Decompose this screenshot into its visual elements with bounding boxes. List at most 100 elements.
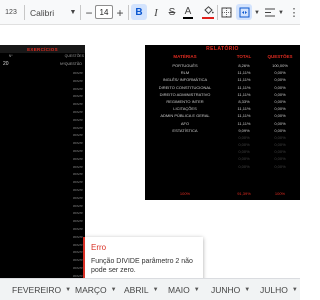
chevron-down-icon[interactable]: ▼	[68, 0, 78, 25]
italic-button[interactable]: I	[149, 0, 163, 25]
error-cell[interactable]: #DIV/0!	[61, 93, 85, 101]
font-family-select[interactable]: Calibri	[26, 0, 68, 25]
exercises-table: EXERCÍCIOS Nº QUESTÕES 20 Nº/QUESTÃO #DI…	[0, 45, 85, 295]
table-cell-questoes: 0,00%	[274, 149, 286, 155]
toolbar-divider	[217, 5, 218, 20]
decrease-font-size-button[interactable]: −	[83, 0, 95, 25]
table-cell-questoes: 0,00%	[274, 156, 286, 162]
number-format-button[interactable]: 123	[0, 0, 22, 25]
tab-marco[interactable]: MARÇO ▼	[75, 279, 117, 300]
error-cell[interactable]: #DIV/0!	[61, 78, 85, 86]
error-cell[interactable]: #DIV/0!	[61, 125, 85, 133]
table-row[interactable]: DIREITO CONSTITUCIONAL 11,11% 0,00%	[145, 84, 300, 91]
error-cell[interactable]: #DIV/0!	[61, 249, 85, 257]
error-cell[interactable]: #DIV/0!	[61, 242, 85, 250]
increase-font-size-button[interactable]: +	[114, 0, 126, 25]
table-row[interactable]: INGLÊS/ INFORMÁTICA 11,11% 0,00%	[145, 76, 300, 83]
text-color-button[interactable]: A	[181, 0, 195, 25]
bold-button[interactable]: B	[131, 4, 147, 20]
error-cell[interactable]: #DIV/0!	[61, 109, 85, 117]
paint-bucket-icon	[203, 6, 214, 15]
table-row[interactable]: DIREITO ADMINISTRATIVO 11,11% 0,00%	[145, 91, 300, 98]
sheet-tabs-bar: FEVEREIRO ▼ MARÇO ▼ ABRIL ▼ MAIO ▼ JUNHO ▼ JU…	[0, 278, 300, 300]
tab-label: MARÇO	[75, 285, 107, 295]
chevron-down-icon[interactable]: ▼	[153, 287, 159, 293]
chevron-down-icon[interactable]: ▼	[194, 287, 200, 293]
table-row[interactable]: 0,00% 0,00%	[145, 163, 300, 170]
tab-abril[interactable]: ABRIL ▼	[124, 279, 159, 300]
table-row[interactable]: 0,00% 0,00%	[145, 155, 300, 162]
chevron-down-icon[interactable]: ▼	[111, 287, 117, 293]
table-row[interactable]: REGIMENTO INTER 8,33% 0,00%	[145, 98, 300, 105]
error-cell[interactable]: #DIV/0!	[61, 171, 85, 179]
error-cell[interactable]: #DIV/0!	[61, 226, 85, 234]
error-cell[interactable]: #DIV/0!	[61, 117, 85, 125]
chevron-down-icon[interactable]: ▼	[65, 287, 71, 293]
merge-cells-icon	[239, 7, 249, 17]
chevron-down-icon[interactable]: ▼	[277, 0, 285, 25]
table-row[interactable]: 0,00% 0,00%	[145, 148, 300, 155]
error-cell[interactable]: #DIV/0!	[61, 70, 85, 78]
table-cell-questoes: 0,00%	[274, 142, 286, 148]
chevron-down-icon[interactable]: ▼	[292, 287, 298, 293]
error-cell[interactable]: #DIV/0!	[61, 132, 85, 140]
error-cell[interactable]: #DIV/0!	[61, 148, 85, 156]
table-row[interactable]: 0,00% 0,00%	[145, 134, 300, 141]
table-row[interactable]: AFO 11,11% 0,00%	[145, 120, 300, 127]
error-cell[interactable]: #DIV/0!	[61, 140, 85, 148]
table-cell-total: 11,11%	[237, 113, 251, 119]
table-row[interactable]: RLM 11,11% 0,00%	[145, 69, 300, 76]
chevron-down-icon[interactable]: ▼	[253, 0, 261, 25]
error-cell[interactable]: #DIV/0!	[61, 234, 85, 242]
chevron-down-icon[interactable]: ▼	[244, 287, 250, 293]
error-cell[interactable]: #DIV/0!	[61, 195, 85, 203]
merge-cells-button[interactable]	[236, 4, 252, 20]
tab-julho[interactable]: JULHO ▼	[260, 279, 298, 300]
spreadsheet-window: 123 Calibri ▼ − 14 + B I S A ▼ ▼ ⋮ EXERC…	[0, 0, 300, 300]
tab-label: FEVEREIRO	[12, 285, 62, 295]
table-cell-questoes: 0,00%	[274, 120, 286, 126]
fill-color-button[interactable]	[200, 0, 216, 25]
error-cell[interactable]: #DIV/0!	[61, 164, 85, 172]
table-cell-questoes: 0,00%	[274, 106, 286, 112]
table-cell-total: 0,00%	[238, 156, 250, 162]
borders-button[interactable]	[219, 0, 233, 25]
error-cell[interactable]: #DIV/0!	[61, 218, 85, 226]
exercises-header: EXERCÍCIOS	[0, 45, 85, 53]
table-row[interactable]: PORTUGUÊS 8,26% 100,00%	[145, 62, 300, 69]
error-cell[interactable]: #DIV/0!	[61, 179, 85, 187]
table-cell-total: 11,11%	[237, 120, 251, 126]
table-cell-total: 11,11%	[237, 77, 251, 83]
table-cell-materia: ESTATÍSTICA	[172, 127, 198, 133]
sheet-grid[interactable]: EXERCÍCIOS Nº QUESTÕES 20 Nº/QUESTÃO #DI…	[0, 25, 300, 295]
error-cell[interactable]: #DIV/0!	[61, 86, 85, 94]
column-header	[21, 54, 42, 60]
tab-label: ABRIL	[124, 285, 149, 295]
table-row[interactable]: ESTATÍSTICA 9,09% 0,00%	[145, 127, 300, 134]
tab-junho[interactable]: JUNHO ▼	[211, 279, 250, 300]
table-row[interactable]: 20 Nº/QUESTÃO	[0, 61, 85, 67]
table-cell-questoes: 0,00%	[274, 77, 286, 83]
font-size-input[interactable]: 14	[95, 5, 113, 19]
table-row[interactable]: ADMIN PÚBLICA E GERAL 11,11% 0,00%	[145, 112, 300, 119]
error-cell[interactable]: #DIV/0!	[61, 210, 85, 218]
horizontal-align-button[interactable]	[263, 0, 277, 25]
table-cell: Nº/QUESTÃO	[60, 62, 82, 66]
table-row[interactable]: 0,00% 0,00%	[145, 141, 300, 148]
tab-maio[interactable]: MAIO ▼	[168, 279, 200, 300]
table-cell-materia: RLM	[180, 70, 190, 76]
table-cell-total: 0,00%	[238, 149, 250, 155]
error-cell[interactable]: #DIV/0!	[61, 156, 85, 164]
error-cell[interactable]: #DIV/0!	[61, 187, 85, 195]
more-options-icon[interactable]: ⋮	[288, 0, 300, 25]
tab-fevereiro[interactable]: FEVEREIRO ▼	[12, 279, 71, 300]
error-cell[interactable]: #DIV/0!	[61, 265, 85, 273]
tab-label: MAIO	[168, 285, 190, 295]
table-row[interactable]: LICITAÇÕES 11,11% 0,00%	[145, 105, 300, 112]
error-cell[interactable]: #DIV/0!	[61, 257, 85, 265]
column-header: Nº	[8, 54, 13, 58]
error-cell[interactable]: #DIV/0!	[61, 101, 85, 109]
error-cell[interactable]: #DIV/0!	[61, 203, 85, 211]
strikethrough-button[interactable]: S	[165, 0, 179, 25]
toolbar-divider	[128, 5, 129, 20]
